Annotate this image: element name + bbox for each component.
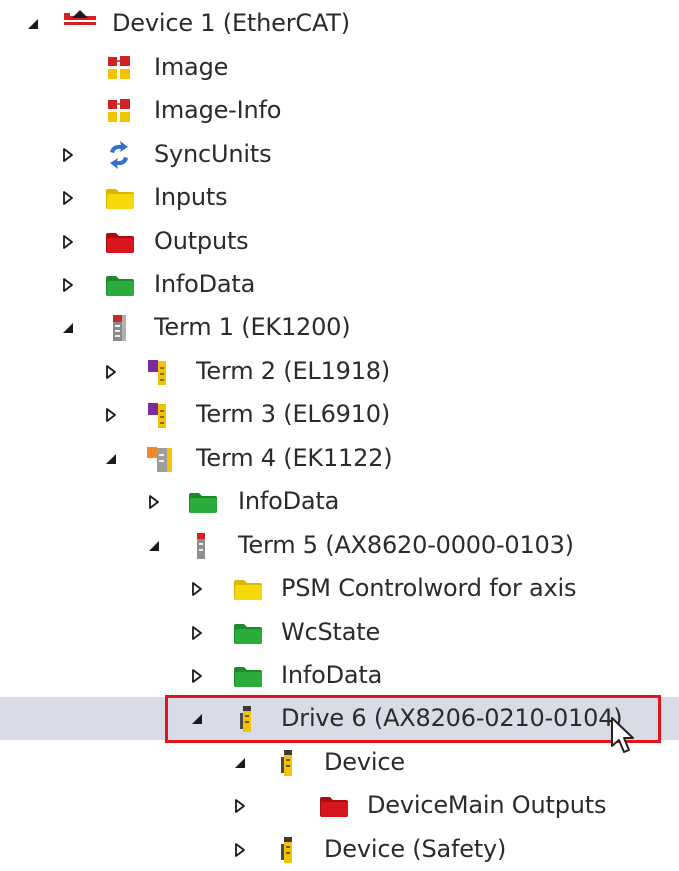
tree-row[interactable]: Term 1 (EK1200) bbox=[0, 306, 679, 349]
collapse-arrow-icon[interactable] bbox=[100, 437, 122, 480]
infodata-folder-icon bbox=[232, 618, 262, 648]
drive-module-icon bbox=[187, 531, 217, 561]
safety-terminal-icon bbox=[145, 400, 175, 430]
tree-row[interactable]: InfoData bbox=[0, 480, 679, 523]
coupler-terminal-icon bbox=[104, 313, 134, 343]
tree-item-label: DeviceMain Outputs bbox=[367, 791, 607, 819]
tree-item-label: Term 2 (EL1918) bbox=[196, 357, 391, 385]
tree-item-label: Inputs bbox=[154, 183, 228, 211]
tree-item-label: WcState bbox=[281, 618, 381, 646]
drive-icon bbox=[273, 835, 303, 865]
mouse-cursor-icon bbox=[610, 716, 638, 760]
tree-item-label: Device 1 (EtherCAT) bbox=[112, 9, 350, 37]
inputs-folder-icon bbox=[104, 183, 134, 213]
tree-row[interactable]: Term 5 (AX8620-0000-0103) bbox=[0, 524, 679, 567]
expand-arrow-icon[interactable] bbox=[143, 480, 165, 523]
inputs-folder-icon bbox=[232, 574, 262, 604]
tree-row[interactable]: Drive 6 (AX8206-0210-0104) bbox=[0, 697, 679, 740]
tree-item-label: Device (Safety) bbox=[324, 835, 507, 863]
tree-row[interactable]: Term 4 (EK1122) bbox=[0, 437, 679, 480]
image-icon bbox=[104, 53, 134, 83]
expand-arrow-icon[interactable] bbox=[100, 350, 122, 393]
tree-item-label: Term 3 (EL6910) bbox=[196, 400, 391, 428]
tree-row[interactable]: Device bbox=[0, 741, 679, 784]
expand-arrow-icon[interactable] bbox=[186, 567, 208, 610]
ethercat-device-icon bbox=[62, 9, 96, 39]
outputs-folder-icon bbox=[104, 227, 134, 257]
tree-item-label: Image-Info bbox=[154, 96, 282, 124]
tree-row[interactable]: Device 1 (EtherCAT) bbox=[0, 2, 679, 45]
tree-row[interactable]: PSM Controlword for axis bbox=[0, 567, 679, 610]
outputs-folder-icon bbox=[318, 791, 348, 821]
tree-row[interactable]: SyncUnits bbox=[0, 133, 679, 176]
tree-item-label: Outputs bbox=[154, 227, 249, 255]
tree-row[interactable]: Device (Safety) bbox=[0, 828, 679, 871]
collapse-arrow-icon[interactable] bbox=[229, 741, 251, 784]
tree-item-label: SyncUnits bbox=[154, 140, 272, 168]
junction-terminal-icon bbox=[145, 444, 175, 474]
tree-row[interactable]: Term 3 (EL6910) bbox=[0, 393, 679, 436]
tree-row[interactable]: Inputs bbox=[0, 176, 679, 219]
tree-row[interactable]: Outputs bbox=[0, 220, 679, 263]
expand-arrow-icon[interactable] bbox=[57, 176, 79, 219]
expand-arrow-icon[interactable] bbox=[229, 828, 251, 871]
tree-row[interactable]: InfoData bbox=[0, 263, 679, 306]
expand-arrow-icon[interactable] bbox=[57, 133, 79, 176]
infodata-folder-icon bbox=[104, 270, 134, 300]
tree-item-label: InfoData bbox=[281, 661, 383, 689]
tree-item-label: Image bbox=[154, 53, 229, 81]
tree-row[interactable]: Image-Info bbox=[0, 89, 679, 132]
expand-arrow-icon[interactable] bbox=[57, 220, 79, 263]
collapse-arrow-icon[interactable] bbox=[57, 306, 79, 349]
tree-item-label: InfoData bbox=[154, 270, 256, 298]
tree-row[interactable]: Image bbox=[0, 46, 679, 89]
tree-row[interactable]: WcState bbox=[0, 611, 679, 654]
tree-item-label: Drive 6 (AX8206-0210-0104) bbox=[281, 704, 623, 732]
expand-arrow-icon[interactable] bbox=[186, 611, 208, 654]
image-info-icon bbox=[104, 96, 134, 126]
drive-icon bbox=[273, 748, 303, 778]
expand-arrow-icon[interactable] bbox=[186, 654, 208, 697]
tree-item-label: Term 5 (AX8620-0000-0103) bbox=[238, 531, 574, 559]
solution-tree: Device 1 (EtherCAT) Image Image-Info SyncUn… bbox=[0, 0, 679, 868]
safety-terminal-icon bbox=[145, 357, 175, 387]
tree-item-label: PSM Controlword for axis bbox=[281, 574, 577, 602]
tree-row[interactable]: Term 2 (EL1918) bbox=[0, 350, 679, 393]
tree-row[interactable]: DeviceMain Outputs bbox=[0, 784, 679, 827]
collapse-arrow-icon[interactable] bbox=[186, 697, 208, 740]
expand-arrow-icon[interactable] bbox=[100, 393, 122, 436]
tree-item-label: Term 1 (EK1200) bbox=[154, 313, 351, 341]
expand-arrow-icon[interactable] bbox=[229, 784, 251, 827]
tree-item-label: Device bbox=[324, 748, 405, 776]
collapse-arrow-icon[interactable] bbox=[143, 524, 165, 567]
drive-icon bbox=[232, 704, 262, 734]
collapse-arrow-icon[interactable] bbox=[22, 2, 44, 45]
expand-arrow-icon[interactable] bbox=[57, 263, 79, 306]
infodata-folder-icon bbox=[187, 487, 217, 517]
tree-item-label: Term 4 (EK1122) bbox=[196, 444, 393, 472]
tree-row[interactable]: InfoData bbox=[0, 654, 679, 697]
sync-units-icon bbox=[104, 140, 134, 170]
infodata-folder-icon bbox=[232, 661, 262, 691]
tree-item-label: InfoData bbox=[238, 487, 340, 515]
